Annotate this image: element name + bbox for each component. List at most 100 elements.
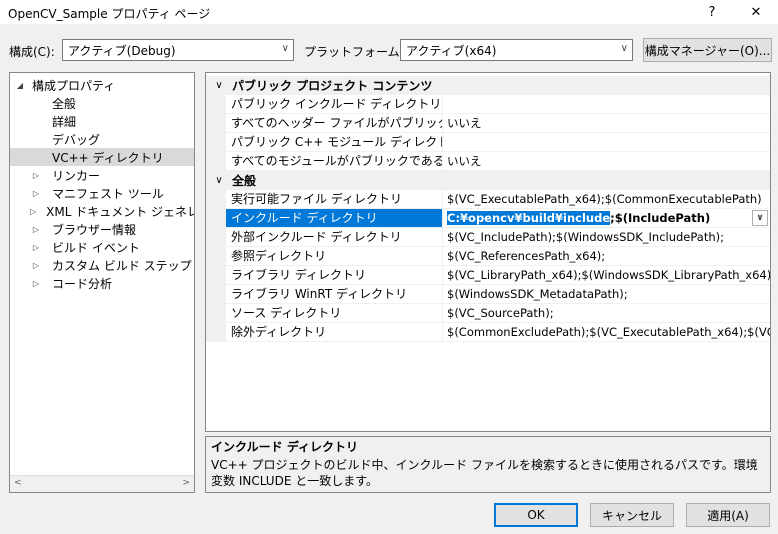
property-name[interactable]: 外部インクルード ディレクトリ [226,228,442,247]
row-margin [206,285,226,304]
horizontal-scrollbar[interactable]: < > [10,475,194,492]
platform-value: アクティブ(x64) [406,43,497,58]
row-margin [206,190,226,209]
property-name[interactable]: 実行可能ファイル ディレクトリ [226,190,442,209]
property-row[interactable]: 参照ディレクトリ $(VC_ReferencesPath_x64); [206,247,770,266]
scroll-right-icon[interactable]: > [182,478,190,488]
value-rest-text[interactable]: ;$(IncludePath) [610,211,710,225]
tree-item[interactable]: デバッグ [10,130,194,148]
tree-item[interactable]: ▷ リンカー [10,166,194,184]
property-tree[interactable]: ◢ 構成プロパティ 全般詳細デバッグ VC++ ディレクトリ ▷ リンカー ▷ マニフェス… [9,72,195,493]
dropdown-button[interactable]: ∨ [752,210,768,226]
tree-root-config-properties[interactable]: ◢ 構成プロパティ [10,76,194,94]
tree-item[interactable]: ▷ ビルド イベント [10,238,194,256]
row-margin [206,114,226,133]
property-value[interactable]: $(WindowsSDK_MetadataPath); [442,285,770,304]
grid-category[interactable]: ∨ 全般 [206,171,770,190]
property-row[interactable]: すべてのヘッダー ファイルがパブリックであるいいえ [206,114,770,133]
expand-icon[interactable]: ▷ [30,189,42,198]
property-row[interactable]: パブリック インクルード ディレクトリ [206,95,770,114]
row-margin [206,266,226,285]
expand-icon[interactable]: ▷ [30,243,42,252]
property-row[interactable]: ライブラリ WinRT ディレクトリ $(WindowsSDK_MetadataP… [206,285,770,304]
property-name[interactable]: 参照ディレクトリ [226,247,442,266]
expand-icon[interactable]: ▷ [30,171,42,180]
row-margin [206,323,226,342]
tree-item[interactable]: ▷ コード分析 [10,274,194,292]
property-row[interactable]: ソース ディレクトリ $(VC_SourcePath); [206,304,770,323]
help-button[interactable]: ? [690,0,734,24]
property-value[interactable] [442,95,770,114]
close-button[interactable]: ✕ [734,0,778,24]
property-name[interactable]: パブリック C++ モジュール ディレクトリ [226,133,442,152]
property-name[interactable]: ライブラリ WinRT ディレクトリ [226,285,442,304]
tree-item-label: マニフェスト ツール [52,186,164,201]
selected-text[interactable]: C:¥opencv¥build¥include [447,211,611,225]
tree-item[interactable]: ▷XML ドキュメント ジェネレーター [10,202,194,220]
collapse-icon[interactable]: ∨ [206,80,232,91]
description-text: VC++ プロジェクトのビルド中、インクルード ファイルを検索するときに使用され… [211,458,758,488]
scroll-left-icon[interactable]: < [14,478,22,488]
property-value[interactable]: $(VC_ExecutablePath_x64);$(CommonExecuta… [442,190,770,209]
property-name[interactable]: ライブラリ ディレクトリ [226,266,442,285]
collapse-icon[interactable]: ∨ [206,175,232,186]
property-row[interactable]: パブリック C++ モジュール ディレクトリ [206,133,770,152]
tree-item[interactable]: 全般 [10,94,194,112]
property-value[interactable]: $(VC_SourcePath); [442,304,770,323]
tree-item-label: デバッグ [52,132,101,147]
property-name[interactable]: すべてのヘッダー ファイルがパブリックである [226,114,442,133]
grid-category-label: パブリック プロジェクト コンテンツ [232,79,433,93]
tree-item-label: 全般 [52,96,77,111]
tree-item[interactable]: ▷ カスタム ビルド ステップ [10,256,194,274]
row-margin [206,152,226,171]
property-row[interactable]: 外部インクルード ディレクトリ $(VC_IncludePath);$(Windo… [206,228,770,247]
property-value[interactable]: いいえ [442,114,770,133]
description-panel: インクルード ディレクトリ VC++ プロジェクトのビルド中、インクルード ファ… [205,436,771,493]
property-value[interactable]: いいえ [442,152,770,171]
property-name[interactable]: 除外ディレクトリ [226,323,442,342]
expand-icon[interactable]: ▷ [30,279,42,288]
expand-icon[interactable]: ▷ [30,225,42,234]
tree-item-label: 詳細 [52,114,77,129]
property-row[interactable]: すべてのモジュールがパブリックである いいえ [206,152,770,171]
grid-category[interactable]: ∨ パブリック プロジェクト コンテンツ [206,76,770,95]
row-margin [206,228,226,247]
chevron-down-icon: ∨ [620,43,628,54]
apply-button[interactable]: 適用(A) [686,503,770,527]
tree-item[interactable]: 詳細 [10,112,194,130]
tree-item-label: リンカー [52,168,101,183]
property-name[interactable]: すべてのモジュールがパブリックである [226,152,442,171]
property-grid[interactable]: ∨ パブリック プロジェクト コンテンツ パブリック インクルード ディレクトリ すべ… [205,72,771,432]
property-name[interactable]: パブリック インクルード ディレクトリ [226,95,442,114]
tree-node-label: 構成プロパティ [32,78,116,93]
expand-icon[interactable]: ◢ [14,81,26,90]
config-label: 構成(C): [9,45,55,59]
property-row[interactable]: 実行可能ファイル ディレクトリ $(VC_ExecutablePath_x64);… [206,190,770,209]
property-row[interactable]: インクルード ディレクトリ C:¥opencv¥build¥include;$(I… [206,209,770,228]
property-name[interactable]: ソース ディレクトリ [226,304,442,323]
property-value[interactable]: $(CommonExcludePath);$(VC_ExecutablePath… [442,323,770,342]
property-name[interactable]: インクルード ディレクトリ [226,209,442,228]
config-value: アクティブ(Debug) [68,43,176,58]
property-value[interactable] [442,133,770,152]
title-bar: OpenCV_Sample プロパティ ページ ? ✕ [0,0,778,24]
cancel-button[interactable]: キャンセル [590,503,674,527]
tree-item-label: カスタム ビルド ステップ [52,258,192,273]
platform-combo[interactable]: アクティブ(x64) ∨ [400,39,633,61]
tree-item[interactable]: ▷ マニフェスト ツール [10,184,194,202]
tree-item[interactable]: ▷ ブラウザー情報 [10,220,194,238]
tree-item-label: ビルド イベント [52,240,140,255]
row-margin [206,95,226,114]
property-row[interactable]: ライブラリ ディレクトリ $(VC_LibraryPath_x64);$(Wind… [206,266,770,285]
property-value[interactable]: $(VC_LibraryPath_x64);$(WindowsSDK_Libra… [442,266,770,285]
property-value[interactable]: $(VC_ReferencesPath_x64); [442,247,770,266]
property-row[interactable]: 除外ディレクトリ $(CommonExcludePath);$(VC_Execut… [206,323,770,342]
config-manager-button[interactable]: 構成マネージャー(O)... [643,38,772,62]
description-title: インクルード ディレクトリ [211,440,358,454]
property-value-editor[interactable]: C:¥opencv¥build¥include;$(IncludePath) ∨ [442,209,770,228]
expand-icon[interactable]: ▷ [30,261,42,270]
ok-button[interactable]: OK [494,503,578,527]
config-combo[interactable]: アクティブ(Debug) ∨ [62,39,294,61]
tree-item[interactable]: VC++ ディレクトリ [10,148,194,166]
property-value[interactable]: $(VC_IncludePath);$(WindowsSDK_IncludePa… [442,228,770,247]
